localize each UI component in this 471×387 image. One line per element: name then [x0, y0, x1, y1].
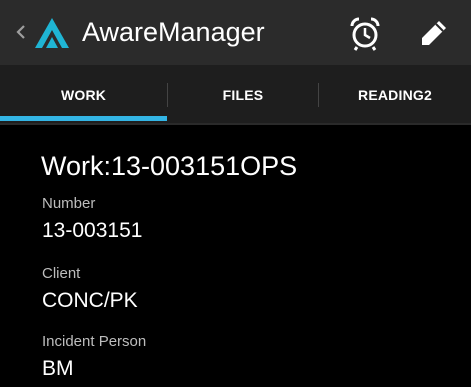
client-label: Client [42, 265, 81, 282]
number-label: Number [42, 195, 96, 212]
tab-files[interactable]: FILES [168, 65, 318, 125]
client-value: CONC/PK [42, 289, 138, 312]
up-navigation-icon[interactable] [14, 22, 30, 42]
alarm-clock-icon[interactable] [347, 15, 383, 51]
action-bar: AwareManager [0, 0, 471, 65]
pencil-edit-icon[interactable] [418, 17, 450, 49]
number-value: 13-003151 [42, 219, 143, 242]
incident-person-value: BM [42, 357, 74, 380]
app-title: AwareManager [82, 17, 265, 47]
incident-person-label: Incident Person [42, 333, 147, 350]
selected-tab-indicator [0, 116, 167, 121]
work-title: Work:13-003151OPS [41, 151, 298, 181]
aware-logo-icon[interactable] [33, 14, 71, 52]
work-details-panel: Work:13-003151OPS Number 13-003151 Clien… [0, 125, 471, 387]
tab-reading2[interactable]: READING2 [319, 65, 471, 125]
